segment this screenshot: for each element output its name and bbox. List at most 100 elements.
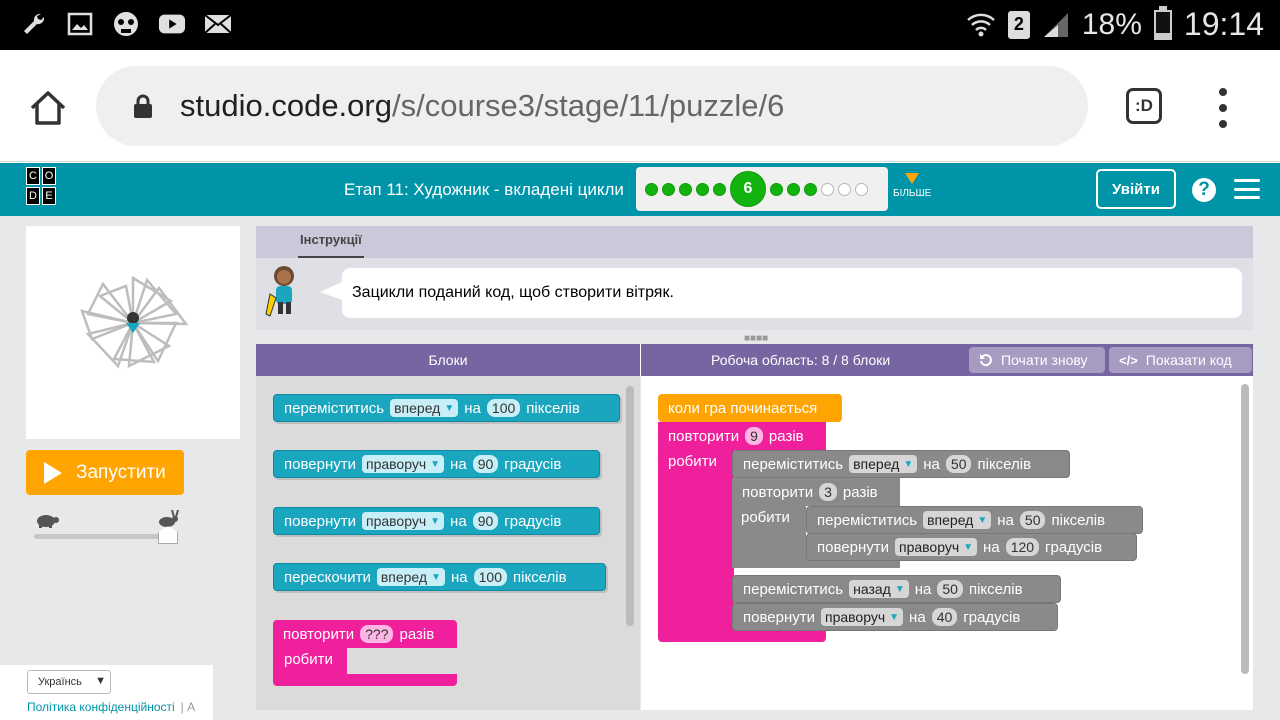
direction-dropdown[interactable]: праворуч ▼ <box>361 512 445 530</box>
puzzle-dot-unattempted[interactable] <box>821 182 834 196</box>
address-bar[interactable]: studio.code.org/s/course3/stage/11/puzzl… <box>96 66 1088 146</box>
language-select[interactable]: Українсь ▼ <box>27 670 111 694</box>
toolbox-turn-block[interactable]: повернути праворуч ▼ на 90 градусів <box>273 450 600 478</box>
move-forward-block[interactable]: переміститись вперед ▼ на 50 пікселів <box>732 450 1070 478</box>
distance-input[interactable]: 100 <box>486 399 521 417</box>
dropdown-arrow-icon: ▼ <box>431 571 441 583</box>
puzzle-dot-completed[interactable] <box>679 182 692 196</box>
direction-dropdown[interactable]: праворуч ▼ <box>894 538 978 556</box>
move-back-block[interactable]: переміститись назад ▼ на 50 пікселів <box>732 575 1061 603</box>
dropdown-arrow-icon: ▼ <box>95 675 106 687</box>
block-verb: повернути <box>817 538 889 556</box>
speed-slider[interactable] <box>34 510 184 548</box>
restart-icon <box>980 354 992 367</box>
puzzle-dot-completed[interactable] <box>770 182 783 196</box>
block-verb: переміститись <box>817 511 918 529</box>
direction-dropdown[interactable]: вперед ▼ <box>390 399 459 417</box>
hamburger-menu-icon[interactable] <box>1234 179 1260 199</box>
repeat-do-label: робити <box>284 651 333 668</box>
run-button[interactable]: Запустити <box>26 450 184 495</box>
stage-title[interactable]: Етап 11: Художник - вкладені цикли <box>344 180 624 200</box>
inner-turn-block[interactable]: повернути праворуч ▼ на 120 градусів <box>806 533 1137 561</box>
dropdown-arrow-icon: ▼ <box>444 402 455 414</box>
speed-track[interactable] <box>34 534 168 539</box>
puzzle-dot-unattempted[interactable] <box>838 182 851 196</box>
direction-dropdown[interactable]: праворуч ▼ <box>361 455 445 473</box>
toolbox-title: Блоки <box>428 352 468 368</box>
battery-percent: 18% <box>1081 7 1142 41</box>
block-unit: градусів <box>504 512 562 530</box>
dropdown-arrow-icon: ▼ <box>894 583 905 595</box>
direction-value: вперед <box>853 456 900 472</box>
direction-dropdown[interactable]: вперед ▼ <box>376 568 445 586</box>
puzzle-dot-completed[interactable] <box>662 182 675 196</box>
block-verb: переміститись <box>743 455 844 473</box>
direction-dropdown[interactable]: вперед ▼ <box>849 455 918 473</box>
block-unit: пікселів <box>526 399 580 417</box>
notification-icons <box>20 10 232 38</box>
image-icon <box>66 10 94 38</box>
toolbox-jump-block[interactable]: перескочити вперед ▼ на 100 пікселів <box>273 563 606 591</box>
block-verb: повторити <box>742 483 814 501</box>
repeat-count-input[interactable]: 9 <box>745 427 763 445</box>
dropdown-arrow-icon: ▼ <box>903 458 914 470</box>
puzzle-dot-completed[interactable] <box>713 182 726 196</box>
tabs-button[interactable]: :D <box>1126 88 1162 124</box>
angle-input[interactable]: 90 <box>472 512 499 530</box>
speed-handle[interactable] <box>158 526 178 544</box>
when-run-block[interactable]: коли гра починається <box>658 394 842 422</box>
instruction-text: Зацикли поданий код, щоб створити вітряк… <box>352 284 674 301</box>
block-verb: переміститись <box>284 399 385 417</box>
browser-toolbar: studio.code.org/s/course3/stage/11/puzzl… <box>0 50 1280 162</box>
angle-input[interactable]: 40 <box>931 608 958 626</box>
direction-dropdown[interactable]: вперед ▼ <box>923 511 992 529</box>
block-verb: переміститись <box>743 580 844 598</box>
repeat-count-input[interactable]: 3 <box>819 483 837 501</box>
inner-move-block[interactable]: переміститись вперед ▼ на 50 пікселів <box>806 506 1143 534</box>
distance-input[interactable]: 50 <box>945 455 972 473</box>
skull-icon <box>112 10 140 38</box>
signin-button[interactable]: Увійти <box>1096 169 1176 209</box>
distance-input[interactable]: 50 <box>1019 511 1046 529</box>
tab-instructions[interactable]: Інструкції <box>298 232 364 258</box>
puzzle-dot-completed[interactable] <box>804 182 817 196</box>
resize-handle[interactable]: ■■■■ <box>744 333 768 344</box>
when-run-label: коли гра починається <box>668 399 818 417</box>
show-code-button[interactable]: </> Показати код <box>1109 347 1252 373</box>
direction-dropdown[interactable]: праворуч ▼ <box>820 608 904 626</box>
puzzle-dot-unattempted[interactable] <box>855 182 868 196</box>
workspace-header: Блоки Робоча область: 8 / 8 блоки Почати… <box>256 344 1253 376</box>
more-button[interactable]: БІЛЬШЕ <box>893 173 931 199</box>
privacy-link[interactable]: Політика конфіденційності <box>27 700 175 714</box>
puzzle-dot-completed[interactable] <box>696 182 709 196</box>
workspace-scrollbar[interactable] <box>1241 384 1249 674</box>
puzzle-dot-current[interactable]: 6 <box>730 171 766 207</box>
overflow-menu-icon[interactable] <box>1216 88 1230 128</box>
turn-right-block[interactable]: повернути праворуч ▼ на 40 градусів <box>732 603 1058 631</box>
help-icon[interactable]: ? <box>1192 178 1216 202</box>
code-logo[interactable]: C O D E <box>26 167 74 211</box>
youtube-icon <box>158 10 186 38</box>
logo-letter: D <box>26 187 40 205</box>
direction-value: вперед <box>394 400 441 416</box>
toolbox-move-block[interactable]: переміститись вперед ▼ на 100 пікселів <box>273 394 620 422</box>
wifi-icon <box>967 13 995 36</box>
repeat-count-input[interactable]: ??? <box>360 625 394 643</box>
angle-input[interactable]: 120 <box>1005 538 1040 556</box>
home-icon[interactable] <box>28 88 68 128</box>
url-text[interactable]: studio.code.org/s/course3/stage/11/puzzl… <box>180 88 784 124</box>
puzzle-dot-completed[interactable] <box>645 182 658 196</box>
distance-input[interactable]: 100 <box>473 568 507 586</box>
restart-button[interactable]: Почати знову <box>969 347 1105 373</box>
block-unit: градусів <box>504 455 562 473</box>
direction-value: вперед <box>380 569 428 585</box>
turtle-icon <box>37 515 59 528</box>
puzzle-dot-completed[interactable] <box>787 182 800 196</box>
angle-input[interactable]: 90 <box>472 455 499 473</box>
url-host: studio.code.org <box>180 88 392 123</box>
toolbox-turn-block[interactable]: повернути праворуч ▼ на 90 градусів <box>273 507 600 535</box>
distance-input[interactable]: 50 <box>937 580 963 598</box>
toolbox-scrollbar[interactable] <box>626 386 634 626</box>
direction-dropdown[interactable]: назад ▼ <box>849 580 909 598</box>
play-icon <box>44 461 62 484</box>
